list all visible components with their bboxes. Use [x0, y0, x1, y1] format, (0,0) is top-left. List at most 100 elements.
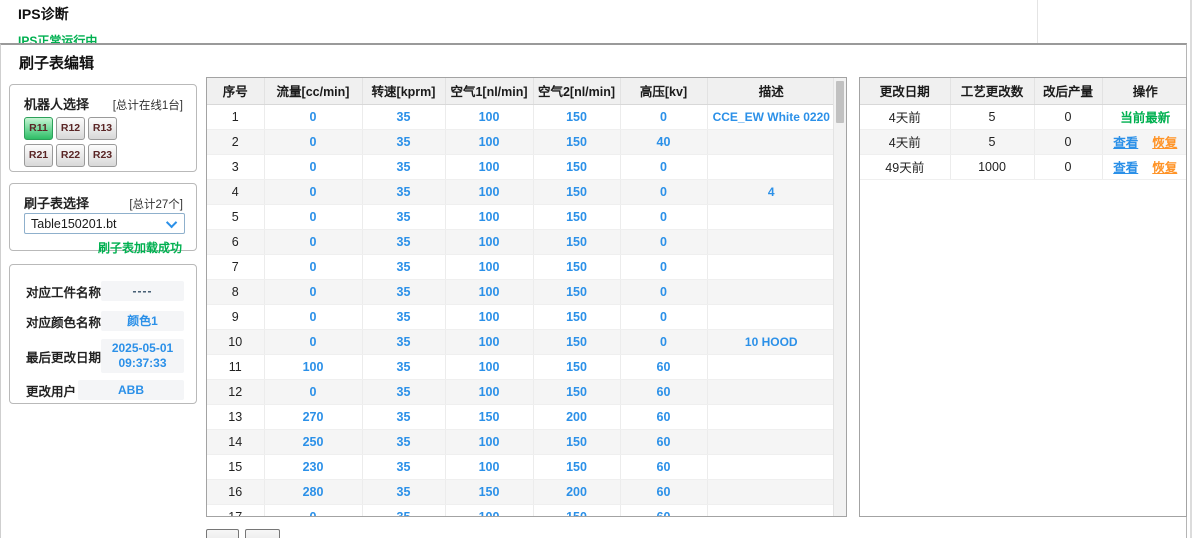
cell-speed[interactable]: 35: [362, 179, 446, 205]
cell-air2[interactable]: 150: [533, 429, 621, 455]
cell-flow[interactable]: 0: [264, 304, 363, 330]
cell-speed[interactable]: 35: [362, 479, 446, 505]
cell-air1[interactable]: 100: [445, 129, 534, 155]
cell-description[interactable]: 10 HOOD: [707, 329, 835, 355]
cell-description[interactable]: [707, 429, 835, 455]
cell-description[interactable]: [707, 304, 835, 330]
cell-highvoltage[interactable]: 0: [620, 229, 708, 255]
cell-air1[interactable]: 150: [445, 404, 534, 430]
cell-flow[interactable]: 0: [264, 229, 363, 255]
robot-button-r22[interactable]: R22: [56, 144, 85, 167]
back-button[interactable]: ←: [245, 529, 280, 538]
cell-speed[interactable]: 35: [362, 354, 446, 380]
cell-air1[interactable]: 100: [445, 454, 534, 480]
cell-speed[interactable]: 35: [362, 129, 446, 155]
cell-flow[interactable]: 0: [264, 329, 363, 355]
cell-description[interactable]: [707, 254, 835, 280]
cell-speed[interactable]: 35: [362, 104, 446, 130]
cell-speed[interactable]: 35: [362, 204, 446, 230]
restore-link[interactable]: 恢复: [1152, 161, 1177, 175]
save-button[interactable]: [206, 529, 239, 538]
cell-speed[interactable]: 35: [362, 329, 446, 355]
cell-speed[interactable]: 35: [362, 229, 446, 255]
cell-air2[interactable]: 150: [533, 104, 621, 130]
cell-flow[interactable]: 270: [264, 404, 363, 430]
cell-highvoltage[interactable]: 0: [620, 204, 708, 230]
cell-air2[interactable]: 150: [533, 229, 621, 255]
cell-flow[interactable]: 280: [264, 479, 363, 505]
cell-air2[interactable]: 150: [533, 279, 621, 305]
cell-flow[interactable]: 100: [264, 354, 363, 380]
cell-speed[interactable]: 35: [362, 154, 446, 180]
cell-description[interactable]: [707, 454, 835, 480]
cell-speed[interactable]: 35: [362, 254, 446, 280]
cell-highvoltage[interactable]: 60: [620, 504, 708, 516]
robot-button-r12[interactable]: R12: [56, 117, 85, 140]
cell-speed[interactable]: 35: [362, 404, 446, 430]
cell-air1[interactable]: 100: [445, 229, 534, 255]
cell-highvoltage[interactable]: 60: [620, 454, 708, 480]
cell-speed[interactable]: 35: [362, 379, 446, 405]
cell-flow[interactable]: 0: [264, 254, 363, 280]
cell-air1[interactable]: 100: [445, 204, 534, 230]
robot-button-r13[interactable]: R13: [88, 117, 117, 140]
cell-highvoltage[interactable]: 60: [620, 479, 708, 505]
cell-air2[interactable]: 150: [533, 154, 621, 180]
cell-air2[interactable]: 150: [533, 304, 621, 330]
cell-air1[interactable]: 100: [445, 104, 534, 130]
restore-link[interactable]: 恢复: [1152, 136, 1177, 150]
view-link[interactable]: 查看: [1113, 161, 1138, 175]
cell-air2[interactable]: 150: [533, 379, 621, 405]
cell-air1[interactable]: 100: [445, 429, 534, 455]
cell-description[interactable]: [707, 354, 835, 380]
cell-flow[interactable]: 0: [264, 204, 363, 230]
cell-description[interactable]: [707, 204, 835, 230]
cell-flow[interactable]: 0: [264, 154, 363, 180]
cell-description[interactable]: CCE_EW White 0220: [707, 104, 835, 130]
cell-highvoltage[interactable]: 60: [620, 379, 708, 405]
cell-air2[interactable]: 150: [533, 204, 621, 230]
robot-button-r21[interactable]: R21: [24, 144, 53, 167]
cell-flow[interactable]: 0: [264, 279, 363, 305]
cell-highvoltage[interactable]: 60: [620, 404, 708, 430]
cell-air1[interactable]: 100: [445, 329, 534, 355]
brush-table-dropdown[interactable]: Table150201.bt: [24, 213, 185, 234]
cell-speed[interactable]: 35: [362, 429, 446, 455]
scrollbar-thumb[interactable]: [836, 81, 844, 123]
cell-highvoltage[interactable]: 0: [620, 329, 708, 355]
cell-highvoltage[interactable]: 0: [620, 304, 708, 330]
cell-air1[interactable]: 100: [445, 279, 534, 305]
cell-description[interactable]: [707, 479, 835, 505]
cell-flow[interactable]: 0: [264, 179, 363, 205]
cell-highvoltage[interactable]: 40: [620, 129, 708, 155]
cell-description[interactable]: 4: [707, 179, 835, 205]
vertical-scrollbar[interactable]: [833, 78, 846, 516]
cell-air1[interactable]: 150: [445, 479, 534, 505]
cell-air2[interactable]: 200: [533, 479, 621, 505]
cell-speed[interactable]: 35: [362, 504, 446, 516]
cell-speed[interactable]: 35: [362, 454, 446, 480]
robot-button-r23[interactable]: R23: [88, 144, 117, 167]
cell-air1[interactable]: 100: [445, 179, 534, 205]
cell-description[interactable]: [707, 154, 835, 180]
cell-highvoltage[interactable]: 0: [620, 154, 708, 180]
cell-description[interactable]: [707, 379, 835, 405]
cell-air1[interactable]: 100: [445, 154, 534, 180]
cell-speed[interactable]: 35: [362, 279, 446, 305]
cell-air1[interactable]: 100: [445, 504, 534, 516]
cell-air2[interactable]: 150: [533, 329, 621, 355]
cell-description[interactable]: [707, 279, 835, 305]
cell-air1[interactable]: 100: [445, 304, 534, 330]
cell-air2[interactable]: 150: [533, 354, 621, 380]
cell-flow[interactable]: 0: [264, 504, 363, 516]
cell-description[interactable]: [707, 404, 835, 430]
cell-air1[interactable]: 100: [445, 354, 534, 380]
cell-air2[interactable]: 150: [533, 254, 621, 280]
cell-speed[interactable]: 35: [362, 304, 446, 330]
cell-highvoltage[interactable]: 60: [620, 354, 708, 380]
cell-flow[interactable]: 0: [264, 104, 363, 130]
cell-highvoltage[interactable]: 0: [620, 179, 708, 205]
cell-highvoltage[interactable]: 0: [620, 279, 708, 305]
cell-flow[interactable]: 0: [264, 379, 363, 405]
cell-description[interactable]: [707, 504, 835, 516]
